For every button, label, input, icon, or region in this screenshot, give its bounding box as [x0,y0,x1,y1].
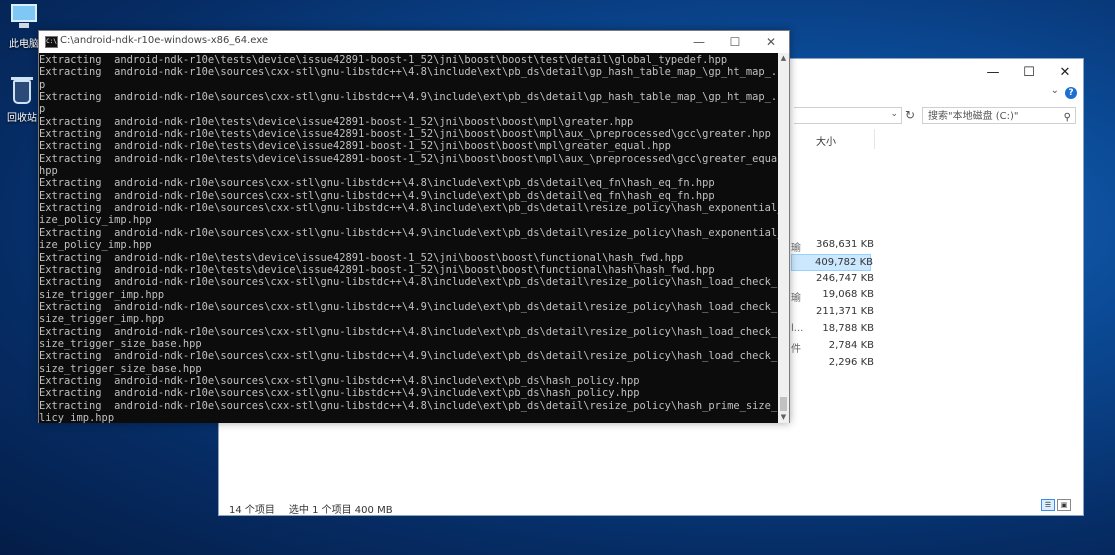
file-list: 瑜 368,631 KB 409,782 KB 246,747 KB 瑜 19,06… [791,237,874,372]
console-icon: C:\ [45,36,58,48]
maximize-button[interactable]: ☐ [1011,59,1047,85]
console-line: Extracting android-ndk-r10e\sources\cxx-… [39,325,779,338]
status-selection: 选中 1 个项目 400 MB [288,505,393,516]
list-item[interactable]: l... 18,788 KB [791,321,874,338]
help-icon[interactable]: ? [1065,87,1077,99]
item-size: 18,788 KB [822,322,874,334]
close-button[interactable]: ✕ [753,31,789,53]
console-line: Extracting android-ndk-r10e\tests\device… [39,251,684,264]
console-line: Extracting android-ndk-r10e\sources\cxx-… [39,300,779,313]
console-line: Extracting android-ndk-r10e\sources\cxx-… [39,276,779,289]
status-item-count: 14 个项目 [229,505,275,516]
console-window[interactable]: C:\ C:\android-ndk-r10e-windows-x86_64.e… [38,30,790,423]
console-output[interactable]: Extracting android-ndk-r10e\tests\device… [39,53,779,423]
console-line: Extracting android-ndk-r10e\sources\cxx-… [39,66,779,79]
refresh-icon[interactable]: ↻ [902,106,918,124]
item-size: 211,371 KB [816,306,874,318]
search-placeholder: 搜索"本地磁盘 (C:)" [928,111,1019,122]
item-size: 246,747 KB [816,272,874,284]
search-input[interactable]: 搜索"本地磁盘 (C:)" ⚲ [922,107,1076,124]
list-item[interactable]: 211,371 KB [791,304,874,321]
console-line: Extracting android-ndk-r10e\sources\cxx-… [39,399,779,412]
console-line: ize_policy_imp.hpp [39,239,152,252]
column-header-size[interactable]: 大小 [816,133,836,148]
console-line: Extracting android-ndk-r10e\tests\device… [39,115,634,128]
console-line: p [39,103,46,116]
console-title-bar[interactable]: C:\ C:\android-ndk-r10e-windows-x86_64.e… [39,31,789,53]
item-size: 368,631 KB [816,239,874,250]
details-view-icon[interactable]: ☰ [1041,499,1055,511]
item-name-fragment: l... [791,322,804,334]
item-name-fragment: 件 [791,343,801,355]
window-title: C:\android-ndk-r10e-windows-x86_64.exe [60,35,269,46]
console-line: Extracting android-ndk-r10e\sources\cxx-… [39,350,779,363]
status-bar: 14 个项目 选中 1 个项目 400 MB [229,501,393,516]
list-item[interactable]: 瑜 368,631 KB [791,237,874,254]
explorer-caption-buttons: — ☐ ✕ [975,59,1083,85]
console-line: Extracting android-ndk-r10e\sources\cxx-… [39,374,640,387]
console-line: ize_policy_imp.hpp [39,214,152,227]
search-icon[interactable]: ⚲ [1064,109,1071,126]
scrollbar[interactable]: ▲ ▼ [778,53,789,423]
list-item[interactable]: 瑜 19,068 KB [791,287,874,305]
console-line: Extracting android-ndk-r10e\sources\cxx-… [39,226,779,239]
console-line: Extracting android-ndk-r10e\tests\device… [39,152,779,165]
console-line: Extracting android-ndk-r10e\sources\cxx-… [39,387,640,400]
minimize-button[interactable]: — [975,59,1011,85]
large-icons-view-icon[interactable]: ▣ [1057,499,1071,511]
item-size: 2,784 KB [828,339,874,351]
item-size: 19,068 KB [822,289,874,301]
list-item-selected[interactable]: 409,782 KB [791,253,873,271]
console-line: Extracting android-ndk-r10e\sources\cxx-… [39,177,715,190]
view-toggle: ☰ ▣ [1041,499,1071,511]
list-item[interactable]: 2,296 KB [791,355,874,372]
recycle-bin-icon [5,76,39,106]
console-line: Extracting android-ndk-r10e\tests\device… [39,263,715,276]
console-line: size_trigger_size_base.hpp [39,362,202,375]
console-line: Extracting android-ndk-r10e\tests\device… [39,54,728,66]
console-line: hpp [39,165,58,178]
item-name-fragment: 瑜 [791,243,801,254]
console-line: size_trigger_imp.hpp [39,288,165,301]
computer-icon [7,2,41,32]
chevron-down-icon[interactable]: ⌄ [1051,85,1059,96]
scrollbar-thumb[interactable] [780,397,787,411]
close-button[interactable]: ✕ [1047,59,1083,85]
list-item[interactable]: 246,747 KB [791,271,874,288]
console-line: p [39,78,46,91]
console-line: licy_imp.hpp [39,411,115,423]
console-line: Extracting android-ndk-r10e\sources\cxx-… [39,91,779,104]
console-line: Extracting android-ndk-r10e\tests\device… [39,128,771,141]
desktop-icon-label: 此电脑 [9,39,39,50]
maximize-button[interactable]: ☐ [717,31,753,53]
scroll-up-icon[interactable]: ▲ [778,53,789,64]
chevron-down-icon[interactable]: ⌄ [890,109,898,119]
item-size: 2,296 KB [828,356,874,368]
column-divider [874,129,875,149]
console-line: Extracting android-ndk-r10e\sources\cxx-… [39,189,715,202]
console-line: size_trigger_imp.hpp [39,313,165,326]
item-size: 409,782 KB [815,256,873,268]
scroll-down-icon[interactable]: ▼ [778,412,789,423]
minimize-button[interactable]: — [681,31,717,53]
list-item[interactable]: 件 2,784 KB [791,338,874,355]
console-caption-buttons: — ☐ ✕ [681,31,789,53]
console-line: Extracting android-ndk-r10e\sources\cxx-… [39,202,779,215]
console-line: size_trigger_size_base.hpp [39,337,202,350]
console-line: Extracting android-ndk-r10e\tests\device… [39,140,671,153]
item-name-fragment: 瑜 [791,293,801,305]
address-bar[interactable]: ⌄ [794,107,902,124]
desktop-icon-label: 回收站 [7,113,37,124]
